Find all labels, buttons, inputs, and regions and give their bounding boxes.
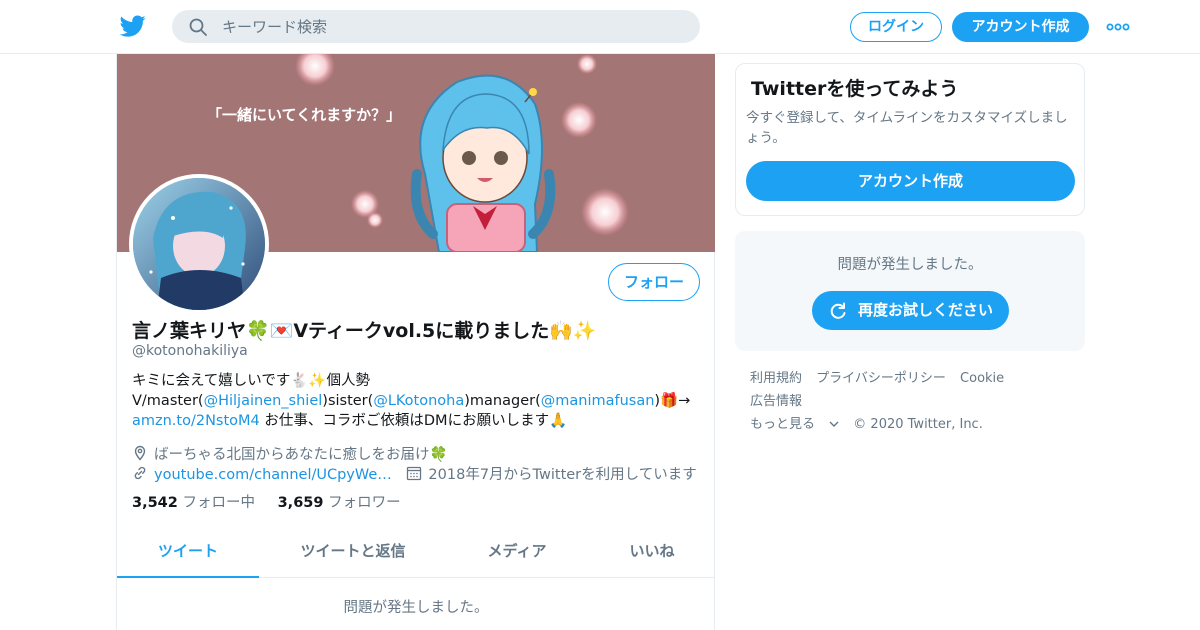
- profile-website-row: youtube.com/channel/UCpyWe… 2018年7月からTwi…: [132, 463, 697, 484]
- footer-link-cookie[interactable]: Cookie: [960, 371, 1004, 386]
- search-bar: [172, 10, 700, 43]
- twitter-bird-icon[interactable]: [120, 13, 146, 39]
- bio-line-1: キミに会えて嬉しいです🐇✨個人勢: [132, 373, 370, 389]
- tab-tweets-and-replies[interactable]: ツイートと返信: [285, 528, 421, 578]
- more-dots-icon[interactable]: [1106, 22, 1130, 32]
- profile-tabs: ツイート ツイートと返信 メディア いいね: [117, 528, 715, 578]
- profile-column: 「一緒にいてくれますか？」 フォロー 言ノ葉キリヤ🍀💌Vティークvol.5に載り…: [116, 54, 715, 630]
- login-button[interactable]: ログイン: [850, 12, 942, 42]
- profile-avatar[interactable]: [129, 174, 269, 314]
- character-figure: [410, 74, 556, 252]
- retry-label: 再度お試しください: [858, 301, 994, 319]
- footer-links-row: 利用規約 プライバシーポリシー Cookie 広告情報: [750, 367, 1080, 413]
- search-input[interactable]: [222, 10, 682, 43]
- bio-text: )manager(: [464, 393, 541, 409]
- sidebar-error-message: 問題が発生しました。: [837, 257, 983, 273]
- bio-line-2: V/master(@Hiljainen_shiel)sister(@LKoton…: [132, 391, 702, 411]
- sidebar-error-card: 問題が発生しました。 再度お試しください: [735, 231, 1085, 351]
- profile-display-name: 言ノ葉キリヤ🍀💌Vティークvol.5に載りました🙌✨: [132, 320, 597, 342]
- tab-likes[interactable]: いいね: [607, 528, 697, 578]
- footer-link-terms[interactable]: 利用規約: [750, 371, 802, 386]
- profile-bio: キミに会えて嬉しいです🐇✨個人勢 V/master(@Hiljainen_shi…: [132, 371, 702, 431]
- footer-link-privacy[interactable]: プライバシーポリシー: [816, 371, 946, 386]
- footer: 利用規約 プライバシーポリシー Cookie 広告情報 もっと見る © 2020…: [750, 367, 1080, 436]
- mention-link[interactable]: @manimafusan: [541, 393, 655, 409]
- top-navigation-bar: ログイン アカウント作成: [0, 0, 1200, 54]
- footer-link-ads[interactable]: 広告情報: [750, 394, 802, 409]
- footer-second-row: もっと見る © 2020 Twitter, Inc.: [750, 413, 1080, 436]
- following-count: 3,542: [132, 495, 178, 511]
- followers-count: 3,659: [277, 495, 324, 511]
- profile-website-link[interactable]: youtube.com/channel/UCpyWe…: [154, 467, 392, 483]
- profile-handle[interactable]: @kotonohakiliya: [132, 343, 248, 359]
- profile-location-row: ばーちゃる北国からあなたに癒しをお届け🍀: [132, 443, 448, 464]
- calendar-icon: [407, 466, 422, 481]
- following-label: フォロー中: [182, 495, 255, 511]
- create-account-button[interactable]: アカウント作成: [746, 161, 1075, 201]
- cta-description: 今すぐ登録して、タイムラインをカスタマイズしましょう。: [746, 110, 1068, 146]
- chevron-down-icon: [829, 421, 839, 427]
- footer-more-link[interactable]: もっと見る: [750, 417, 839, 432]
- link-icon: [134, 466, 146, 480]
- location-pin-icon: [134, 445, 146, 461]
- bio-text: V/master(: [132, 393, 204, 409]
- followers-stat[interactable]: 3,659 フォロワー: [278, 495, 401, 511]
- following-stat[interactable]: 3,542 フォロー中: [132, 495, 255, 511]
- profile-location: ばーちゃる北国からあなたに癒しをお届け🍀: [154, 447, 448, 463]
- bio-text: お仕事、コラボご依頼はDMにお願いします🙏: [259, 413, 568, 429]
- avatar-illustration: [133, 178, 265, 310]
- bio-line-3: amzn.to/2NstoM4 お仕事、コラボご依頼はDMにお願いします🙏: [132, 411, 702, 431]
- tab-media[interactable]: メディア: [467, 528, 567, 578]
- cta-title: Twitterを使ってみよう: [751, 78, 959, 100]
- search-icon: [189, 18, 207, 36]
- retry-button[interactable]: 再度お試しください: [812, 291, 1009, 330]
- follow-button[interactable]: フォロー: [608, 263, 700, 301]
- followers-label: フォロワー: [328, 495, 401, 511]
- refresh-icon: [830, 302, 846, 319]
- footer-more-label: もっと見る: [750, 417, 816, 432]
- mention-link[interactable]: @Hiljainen_shiel: [204, 393, 323, 409]
- banner-speech-text: 「一緒にいてくれますか？」: [207, 106, 401, 124]
- tab-tweets[interactable]: ツイート: [117, 528, 259, 578]
- profile-join-date: 2018年7月からTwitterを利用しています: [428, 467, 697, 483]
- profile-stats: 3,542 フォロー中 3,659 フォロワー: [132, 491, 401, 512]
- bio-url-link[interactable]: amzn.to/2NstoM4: [132, 413, 260, 429]
- mention-link[interactable]: @LKotonoha: [373, 393, 464, 409]
- timeline-error-message: 問題が発生しました。: [343, 600, 489, 616]
- signup-cta-card: Twitterを使ってみよう 今すぐ登録して、タイムラインをカスタマイズしましょ…: [735, 63, 1085, 216]
- bio-text: )sister(: [322, 393, 374, 409]
- bio-text: )🎁→: [654, 393, 691, 409]
- signup-button[interactable]: アカウント作成: [952, 12, 1089, 42]
- footer-copyright: © 2020 Twitter, Inc.: [853, 417, 983, 432]
